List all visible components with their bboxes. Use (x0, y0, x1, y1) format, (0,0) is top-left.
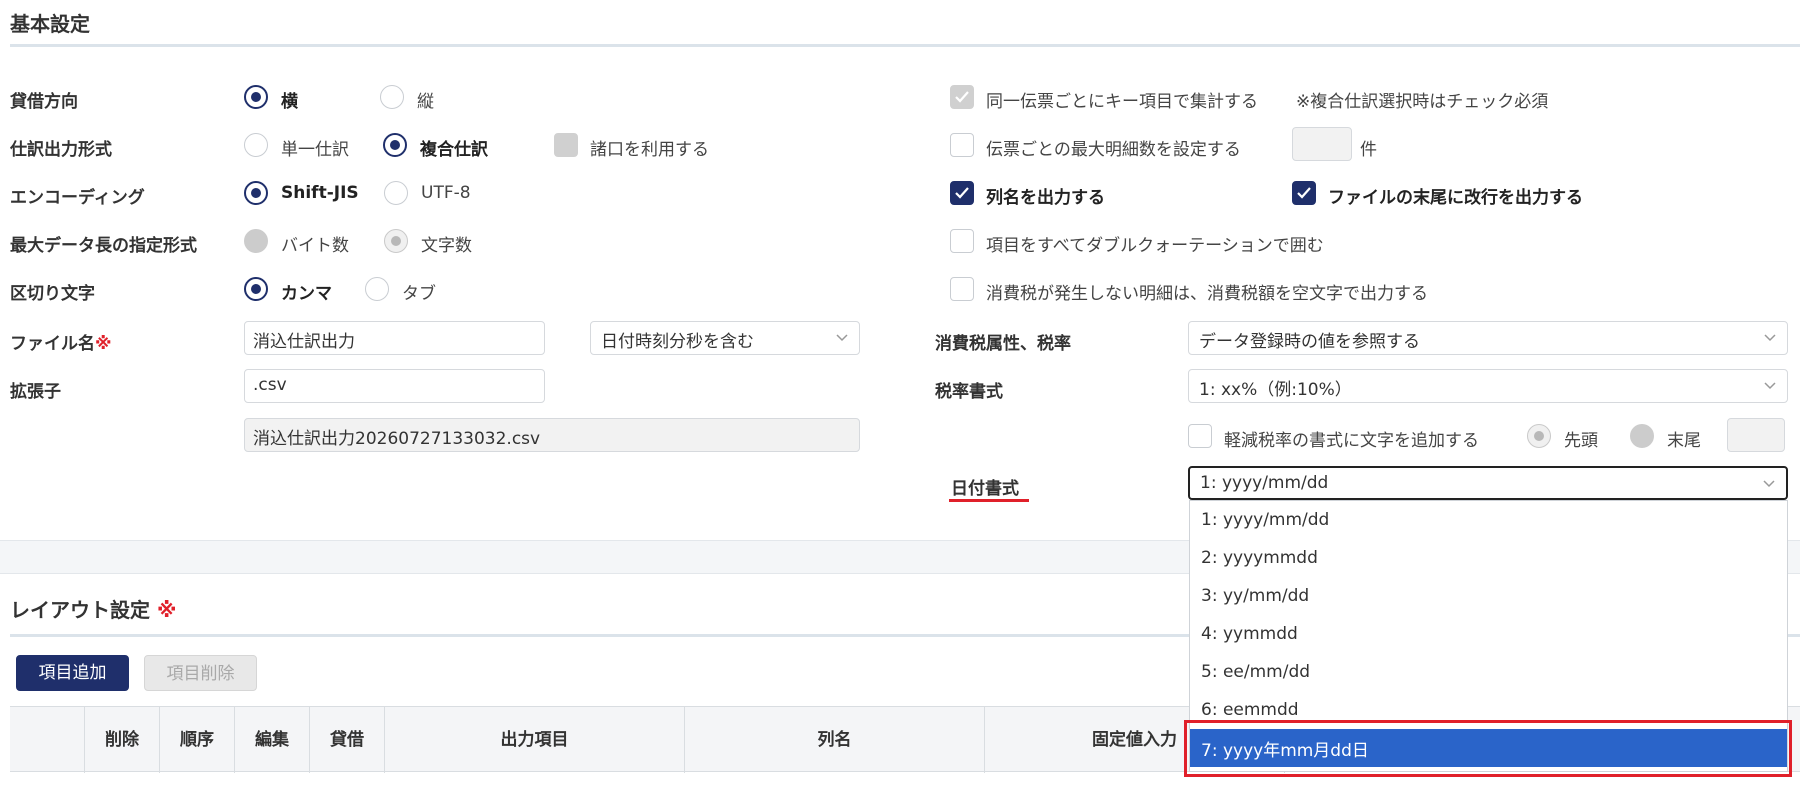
maxlen-label: 最大データ長の指定形式 (10, 236, 197, 256)
reduced-head-label[interactable]: 先頭 (1564, 426, 1598, 451)
newline-checkbox[interactable] (1292, 181, 1316, 205)
quote-checkbox[interactable] (950, 229, 974, 253)
taxrate-select[interactable]: 1: xx%（例:10%） (1188, 369, 1788, 403)
encoding-utf8-label[interactable]: UTF-8 (421, 183, 471, 203)
column-header (10, 707, 85, 773)
layout-settings-title: レイアウト設定 ※ (10, 598, 177, 622)
maxlen-char-radio[interactable] (384, 229, 408, 253)
column-header: 順序 (160, 707, 235, 773)
reduced-checkbox[interactable] (1188, 424, 1212, 448)
column-header: 貸借 (310, 707, 385, 773)
extension-input[interactable]: .csv (244, 369, 545, 403)
dateformat-option[interactable]: 3: yy/mm/dd (1190, 579, 1787, 617)
shiwake-label: 仕訳出力形式 (10, 140, 112, 160)
dateformat-option[interactable]: 2: yyyymmdd (1190, 541, 1787, 579)
colname-label: 列名を出力する (986, 188, 1105, 208)
check-icon (955, 187, 969, 199)
taxblank-label: 消費税が発生しない明細は、消費税額を空文字で出力する (986, 284, 1428, 304)
chevron-down-icon (1764, 382, 1776, 390)
reduced-text-input[interactable] (1727, 418, 1785, 452)
filename-label: ファイル名※ (10, 334, 112, 354)
chevron-down-icon (836, 334, 848, 342)
reduced-head-radio[interactable] (1527, 424, 1551, 448)
aggregate-note: ※複合仕訳選択時はチェック必須 (1296, 92, 1549, 112)
encoding-sjis-radio[interactable] (244, 181, 268, 205)
encoding-label: エンコーディング (10, 188, 145, 208)
taishaku-yoko-radio[interactable] (244, 85, 268, 109)
aggregate-label: 同一伝票ごとにキー項目で集計する (986, 92, 1258, 112)
dateformat-label: 日付書式 (951, 479, 1019, 499)
delimiter-label: 区切り文字 (10, 284, 95, 304)
aggregate-checkbox[interactable] (950, 85, 974, 109)
maxlen-byte-label[interactable]: バイト数 (281, 231, 349, 256)
dateformat-option[interactable]: 5: ee/mm/dd (1190, 655, 1787, 693)
add-item-button[interactable]: 項目追加 (16, 655, 129, 691)
check-icon (1297, 187, 1311, 199)
filename-suffix-select[interactable]: 日付時刻分秒を含む (590, 321, 860, 355)
taxrate-label: 税率書式 (935, 382, 1003, 402)
encoding-utf8-radio[interactable] (384, 181, 408, 205)
shiwake-single-radio[interactable] (244, 133, 268, 157)
column-header: 編集 (235, 707, 310, 773)
reduced-label: 軽減税率の書式に文字を追加する (1224, 431, 1479, 451)
delimiter-comma-radio[interactable] (244, 277, 268, 301)
shiwake-compound-radio[interactable] (383, 133, 407, 157)
newline-label: ファイルの末尾に改行を出力する (1328, 188, 1583, 208)
maxdetail-input[interactable] (1292, 127, 1352, 161)
shiwake-single-label[interactable]: 単一仕訳 (281, 135, 349, 160)
filename-suffix-value: 日付時刻分秒を含む (601, 332, 754, 352)
taishaku-tate-label[interactable]: 縦 (417, 87, 434, 112)
quote-label: 項目をすべてダブルクォーテーションで囲む (986, 236, 1324, 256)
taxrate-value: 1: xx%（例:10%） (1199, 380, 1352, 400)
shiwake-compound-label[interactable]: 複合仕訳 (420, 135, 488, 160)
required-mark: ※ (95, 334, 112, 354)
chevron-down-icon (1763, 480, 1775, 488)
colname-checkbox[interactable] (950, 181, 974, 205)
taishaku-tate-radio[interactable] (380, 85, 404, 109)
delete-item-button[interactable]: 項目削除 (144, 655, 257, 691)
column-header: 列名 (685, 707, 985, 773)
taxblank-checkbox[interactable] (950, 277, 974, 301)
column-header: 出力項目 (385, 707, 685, 773)
shoguchi-checkbox[interactable] (554, 133, 578, 157)
delimiter-tab-label[interactable]: タブ (402, 279, 436, 304)
extension-label: 拡張子 (10, 382, 61, 402)
maxdetail-label: 伝票ごとの最大明細数を設定する (986, 140, 1241, 160)
maxdetail-unit: 件 (1360, 140, 1377, 160)
column-header: 削除 (85, 707, 160, 773)
dateformat-value: 1: yyyy/mm/dd (1200, 473, 1329, 493)
maxdetail-checkbox[interactable] (950, 133, 974, 157)
highlight-annotation-box (1184, 720, 1792, 777)
title-divider (10, 44, 1800, 47)
dateformat-option[interactable]: 1: yyyy/mm/dd (1190, 503, 1787, 541)
required-mark: ※ (156, 598, 177, 622)
shoguchi-label: 諸口を利用する (590, 140, 709, 160)
maxlen-char-label[interactable]: 文字数 (421, 231, 472, 256)
basic-settings-title: 基本設定 (10, 12, 90, 36)
chevron-down-icon (1764, 334, 1776, 342)
filename-input[interactable]: 消込仕訳出力 (244, 321, 545, 355)
reduced-tail-radio[interactable] (1630, 424, 1654, 448)
taxattr-label: 消費税属性、税率 (935, 334, 1071, 354)
dateformat-option[interactable]: 4: yymmdd (1190, 617, 1787, 655)
dateformat-label-underline (949, 499, 1029, 502)
reduced-tail-label[interactable]: 末尾 (1667, 426, 1701, 451)
maxlen-byte-radio[interactable] (244, 229, 268, 253)
taxattr-select[interactable]: データ登録時の値を参照する (1188, 321, 1788, 355)
check-icon (955, 91, 969, 103)
delimiter-tab-radio[interactable] (365, 277, 389, 301)
delimiter-comma-label[interactable]: カンマ (281, 279, 332, 304)
taxattr-value: データ登録時の値を参照する (1199, 332, 1420, 352)
taishaku-label: 貸借方向 (10, 92, 78, 112)
encoding-sjis-label[interactable]: Shift-JIS (281, 183, 359, 203)
taishaku-yoko-label[interactable]: 横 (281, 87, 298, 112)
filename-preview: 消込仕訳出力20260727133032.csv (244, 418, 860, 452)
dateformat-select[interactable]: 1: yyyy/mm/dd (1188, 466, 1788, 500)
